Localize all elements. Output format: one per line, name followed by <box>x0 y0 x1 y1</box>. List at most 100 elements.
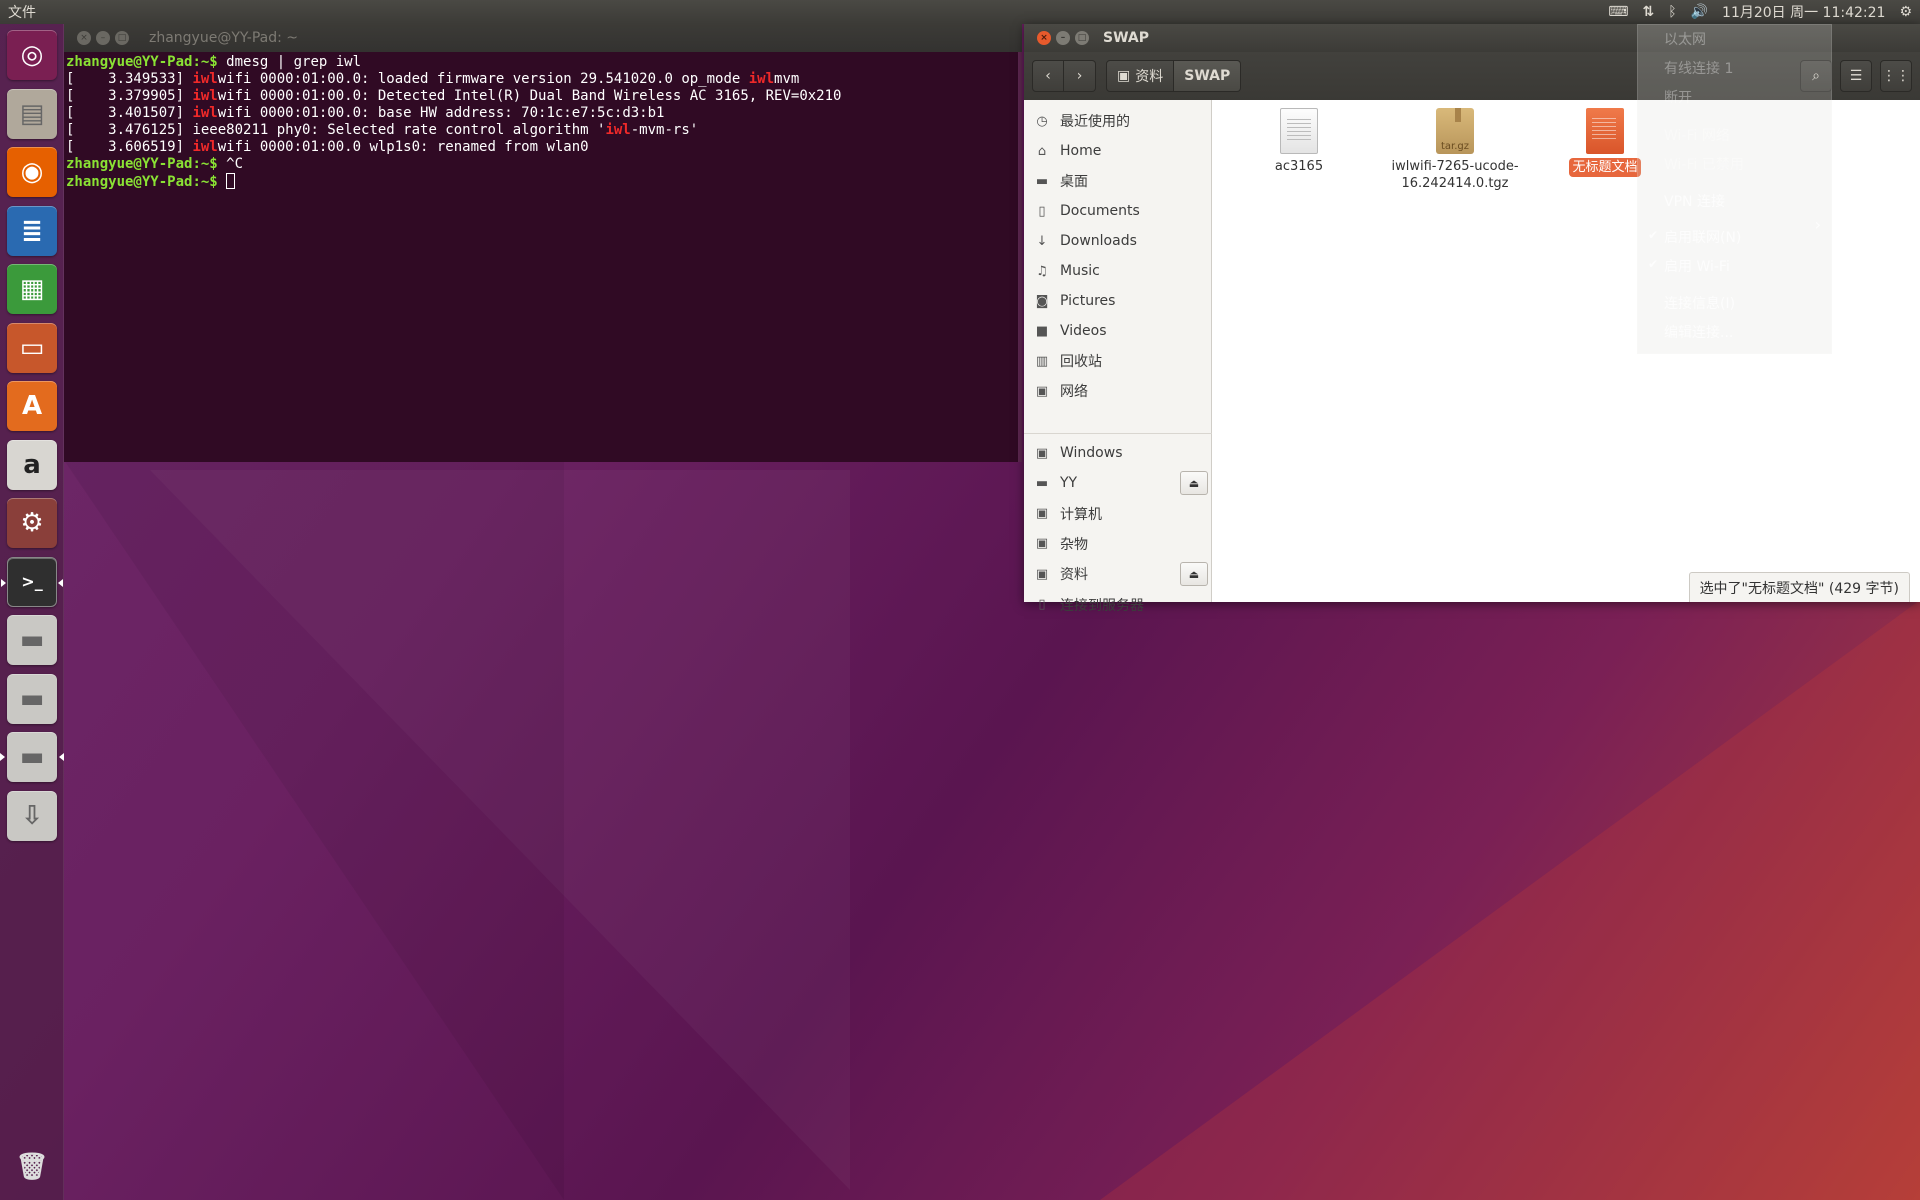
place-icon: ▬ <box>1035 173 1049 189</box>
terminal-prompt-line: zhangyue@YY-Pad:~$ <box>66 173 1020 191</box>
launcher-amazon[interactable]: a <box>7 439 57 490</box>
check-icon: ✔ <box>1648 228 1659 242</box>
file-item[interactable]: tar.gz iwlwifi-7265-ucode- 16.242414.0.tgz <box>1385 108 1525 192</box>
launcher-dash-home[interactable]: ◎ <box>7 30 57 80</box>
app-menu-file[interactable]: 文件 <box>0 2 36 22</box>
sidebar-item[interactable]: ▥ 回收站 <box>1024 346 1212 376</box>
launcher-drive-1[interactable]: ▬ <box>7 615 57 665</box>
forward-button[interactable]: › <box>1064 60 1096 92</box>
sidebar-item[interactable]: ↓ Downloads <box>1024 226 1212 256</box>
drive-icon: ▣ <box>1117 68 1131 84</box>
bluetooth-icon[interactable]: ᛒ <box>1668 4 1676 20</box>
launcher-software-center[interactable]: A <box>7 381 57 431</box>
sidebar-device[interactable]: ▣ 计算机 <box>1024 499 1212 529</box>
eject-icon: ⏏ <box>1188 567 1200 581</box>
wallpaper-facet <box>64 460 564 1200</box>
gear-icon[interactable]: ⚙ <box>1899 4 1912 20</box>
archive-icon: tar.gz <box>1436 108 1474 154</box>
minimize-icon[interactable]: – <box>96 31 110 45</box>
place-icon: ■ <box>1035 323 1049 339</box>
launcher-usb-drive[interactable]: ⇩ <box>7 790 57 841</box>
terminal-text: wifi 0000:01:00.0: base HW address: 70:1… <box>217 105 665 121</box>
maximize-icon[interactable]: □ <box>1075 31 1089 45</box>
place-icon: ⌂ <box>1037 143 1047 159</box>
drive-icon: ▣ <box>1035 506 1049 522</box>
launcher-files[interactable]: ▤ <box>7 88 57 139</box>
file-item[interactable]: ac3165 <box>1229 108 1369 175</box>
terminal-output[interactable]: zhangyue@YY-Pad:~$ dmesg | grep iwl[ 3.3… <box>64 52 1022 193</box>
sidebar-item[interactable]: ■ Videos <box>1024 316 1212 346</box>
keyboard-icon[interactable]: ⌨ <box>1608 4 1628 20</box>
sidebar-item-label: 最近使用的 <box>1060 114 1130 130</box>
launcher-settings[interactable]: ⚙ <box>7 498 57 548</box>
menu-wired-connection[interactable]: 有线连接 1 <box>1664 56 1733 80</box>
archive-badge: tar.gz <box>1440 141 1470 152</box>
launcher-trash[interactable]: 🗑 <box>7 1142 57 1192</box>
grid-view-button[interactable]: ⋮⋮ <box>1880 60 1912 92</box>
trash-icon: 🗑 <box>15 1152 49 1182</box>
sidebar-device[interactable]: ▣ Windows <box>1024 438 1212 468</box>
terminal-titlebar[interactable]: × – □ zhangyue@YY-Pad: ~ <box>64 24 1022 52</box>
terminal-scrollbar[interactable] <box>1018 52 1022 462</box>
network-icon[interactable]: ⇅ <box>1642 4 1654 20</box>
back-button[interactable]: ‹ <box>1032 60 1064 92</box>
terminal-window[interactable]: × – □ zhangyue@YY-Pad: ~ zhangyue@YY-Pad… <box>64 24 1022 462</box>
terminal-command: ^C <box>226 156 244 172</box>
breadcrumb-current[interactable]: SWAP <box>1174 60 1242 92</box>
sidebar-item[interactable]: ▯ Documents <box>1024 196 1212 226</box>
top-panel: 文件 ⌨ ⇅ ᛒ 🔊 11月20日 周一 11:42:21 ⚙ <box>0 0 1920 24</box>
minimize-icon[interactable]: – <box>1056 31 1070 45</box>
menu-edit-connections[interactable]: 编辑连接... <box>1664 320 1733 344</box>
sidebar-device[interactable]: ▯ 连接到服务器 <box>1024 590 1212 620</box>
file-name-line: 无标题文档 <box>1569 158 1641 177</box>
file-name-line: ac3165 <box>1274 159 1324 174</box>
close-icon[interactable]: × <box>1037 31 1051 45</box>
breadcrumb-parent[interactable]: ▣ 资料 <box>1106 60 1175 92</box>
volume-icon[interactable]: 🔊 <box>1691 4 1708 20</box>
close-icon[interactable]: × <box>77 31 91 45</box>
eject-button[interactable]: ⏏ <box>1180 562 1208 587</box>
maximize-icon[interactable]: □ <box>115 31 129 45</box>
sidebar-item[interactable]: ⌂ Home <box>1024 136 1212 166</box>
sidebar-item[interactable]: ▣ 网络 <box>1024 376 1212 406</box>
launcher: ◎ ▤ ◉ ≣ ▦ ▭ Aa ⚙ >_ ▬ ▬ ▬ ⇩ 🗑 <box>0 24 64 1200</box>
launcher-drive-2[interactable]: ▬ <box>7 673 57 724</box>
calc-icon: ▦ <box>19 274 45 304</box>
breadcrumb-label: SWAP <box>1184 68 1231 84</box>
launcher-impress[interactable]: ▭ <box>7 322 57 373</box>
sidebar-divider <box>1024 433 1212 434</box>
sidebar-item[interactable]: ◙ Pictures <box>1024 286 1212 316</box>
sidebar-device[interactable]: ▣ 杂物 <box>1024 529 1212 559</box>
sidebar-item-label: 资料 <box>1060 567 1088 584</box>
launcher-calc[interactable]: ▦ <box>7 264 57 314</box>
launcher-firefox[interactable]: ◉ <box>7 147 57 197</box>
menu-vpn[interactable]: VPN 连接 <box>1664 189 1725 213</box>
sidebar-device[interactable]: ▣ 资料 ⏏ <box>1024 559 1212 589</box>
menu-enable-networking[interactable]: 启用联网(N) <box>1664 225 1741 249</box>
menu-connection-info[interactable]: 连接信息(I) <box>1664 291 1735 315</box>
sidebar-device[interactable]: ▬ YY ⏏ <box>1024 468 1212 498</box>
sidebar-item[interactable]: ◷ 最近使用的 <box>1024 106 1212 136</box>
file-name-line: iwlwifi-7265-ucode- <box>1391 159 1519 174</box>
launcher-terminal[interactable]: >_ <box>1 556 63 607</box>
eject-button[interactable]: ⏏ <box>1180 471 1208 496</box>
drive-icon: ▣ <box>1035 445 1049 461</box>
drive-icon: ▯ <box>1038 597 1046 612</box>
terminal-text: mvm <box>774 71 800 87</box>
sidebar-item[interactable]: ▬ 桌面 <box>1024 166 1212 196</box>
clock[interactable]: 11月20日 周一 11:42:21 <box>1722 2 1885 22</box>
chevron-right-icon: › <box>1076 68 1083 84</box>
sidebar-item[interactable]: ♫ Music <box>1024 256 1212 286</box>
terminal-output-line: [ 3.349533] iwlwifi 0000:01:00.0: loaded… <box>66 71 1020 88</box>
menu-enable-wifi[interactable]: 启用 Wi-Fi <box>1664 254 1730 278</box>
terminal-text: iwl <box>192 139 218 155</box>
menu-disconnect[interactable]: 断开 <box>1664 85 1692 109</box>
files-icon: ▤ <box>19 98 45 129</box>
terminal-command: dmesg | grep iwl <box>226 54 362 70</box>
selection-status: 选中了"无标题文档" (429 字节) <box>1699 580 1899 597</box>
sidebar-item-label: Pictures <box>1060 293 1116 309</box>
list-view-button[interactable]: ☰ <box>1840 60 1872 92</box>
launcher-drive-3[interactable]: ▬ <box>0 732 64 782</box>
prompt-tail: :~$ <box>192 174 227 190</box>
launcher-writer[interactable]: ≣ <box>7 205 57 256</box>
